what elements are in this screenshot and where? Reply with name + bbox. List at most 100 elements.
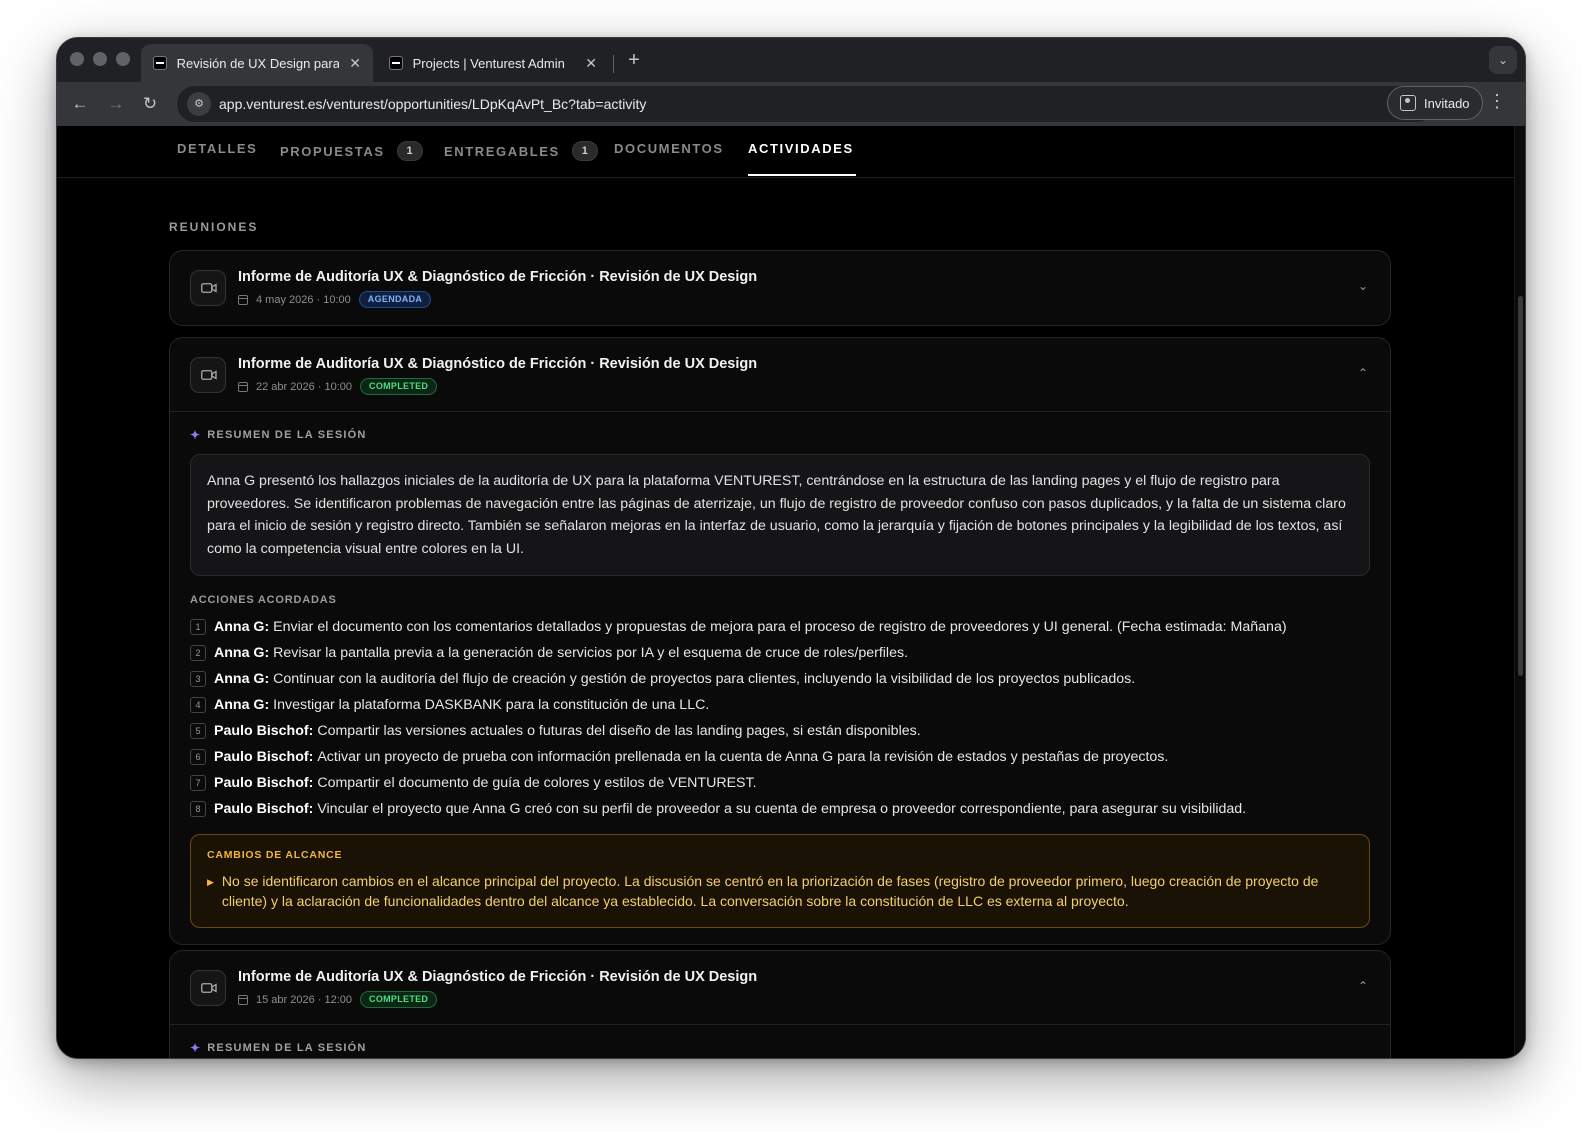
action-number: 4 (190, 697, 206, 713)
action-number: 5 (190, 723, 206, 739)
action-item: 3 Anna G: Continuar con la auditoría del f… (190, 666, 1370, 692)
action-number: 3 (190, 671, 206, 687)
browser-menu-icon[interactable]: ⋮ (1487, 91, 1507, 112)
section-title: REUNIONES (169, 220, 259, 234)
video-camera-icon (190, 270, 226, 306)
meeting-header[interactable]: Informe de Auditoría UX & Diagnóstico de… (170, 338, 1390, 412)
tab-detalles[interactable]: DETALLES (177, 141, 257, 156)
meeting-date: 15 abr 2026 · 12:00 (256, 993, 353, 1006)
scope-item: ▶ No se identificaron cambios en el alca… (207, 871, 1353, 911)
close-window-button[interactable] (70, 52, 84, 66)
tab-title: Revisión de UX Design para V (176, 55, 340, 71)
close-tab-icon[interactable]: ✕ (585, 55, 597, 72)
meeting-meta: 22 abr 2026 · 10:00 COMPLETED (238, 378, 438, 395)
opportunity-tabs: DETALLES PROPUESTAS 1 ENTREGABLES 1 DOCU… (57, 126, 1515, 178)
action-item: 8 Paulo Bischof: Vincular el proyecto que … (190, 796, 1370, 822)
calendar-icon (238, 294, 248, 305)
chevron-up-icon[interactable]: ⌃ (1358, 979, 1368, 993)
action-owner: Anna G: (214, 645, 270, 661)
browser-toolbar: ← → ↻ ⚙ app.venturest.es/venturest/oppor… (57, 82, 1525, 126)
tab-divider (613, 55, 614, 73)
address-bar[interactable]: ⚙ app.venturest.es/venturest/opportuniti… (177, 86, 1435, 122)
browser-tab-active[interactable]: Revisión de UX Design para V ✕ (141, 44, 373, 82)
tab-label: PROPUESTAS (280, 143, 385, 159)
tab-documentos[interactable]: DOCUMENTOS (614, 141, 724, 156)
url-text[interactable]: app.venturest.es/venturest/opportunities… (219, 96, 646, 112)
meeting-body: ✦ RESUMEN DE LA SESIÓN Anna G presentó l… (170, 412, 1390, 944)
summary-heading: ✦ RESUMEN DE LA SESIÓN (190, 1041, 1370, 1055)
guest-profile-icon (1400, 95, 1416, 111)
forward-arrow-icon[interactable]: → (103, 91, 129, 117)
close-tab-icon[interactable]: ✕ (349, 55, 361, 72)
meeting-header[interactable]: Informe de Auditoría UX & Diagnóstico de… (170, 251, 1390, 325)
action-text: Compartir las versiones actuales o futur… (317, 723, 921, 739)
count-badge: 1 (396, 141, 423, 161)
site-settings-icon[interactable]: ⚙ (187, 92, 211, 116)
tab-label: DETALLES (177, 141, 258, 156)
action-text: Investigar la plataforma DASKBANK para l… (273, 697, 710, 713)
action-item: 6 Paulo Bischof: Activar un proyecto de pr… (190, 744, 1370, 770)
actions-heading: ACCIONES ACORDADAS (190, 594, 337, 606)
summary-heading: ✦ RESUMEN DE LA SESIÓN (190, 428, 1370, 442)
action-owner: Paulo Bischof: (214, 723, 314, 739)
video-camera-icon (190, 357, 226, 393)
chevron-up-icon[interactable]: ⌃ (1358, 366, 1368, 380)
scope-text: No se identificaron cambios en el alcanc… (221, 873, 1319, 909)
action-number: 8 (190, 801, 206, 817)
tab-bar: Revisión de UX Design para V ✕ Projects … (57, 38, 1525, 82)
action-item: 4 Anna G: Investigar la plataforma DASKBAN… (190, 692, 1370, 718)
meeting-title: Informe de Auditoría UX & Diagnóstico de… (238, 269, 758, 285)
action-item: 5 Paulo Bischof: Compartir las versiones a… (190, 718, 1370, 744)
action-text: Activar un proyecto de prueba con inform… (317, 749, 1169, 765)
action-text: Revisar la pantalla previa a la generaci… (273, 645, 909, 661)
reload-icon[interactable]: ↻ (137, 91, 163, 117)
scrollbar-thumb[interactable] (1518, 296, 1523, 676)
action-item: 2 Anna G: Revisar la pantalla previa a la … (190, 640, 1370, 666)
chevron-down-icon[interactable]: ⌄ (1358, 279, 1368, 293)
session-summary: Anna G presentó los hallazgos iniciales … (190, 454, 1370, 576)
scope-changes-callout: CAMBIOS DE ALCANCE ▶ No se identificaron… (190, 834, 1370, 928)
action-text: Vincular el proyecto que Anna G creó con… (317, 801, 1247, 817)
action-owner: Paulo Bischof: (214, 801, 314, 817)
meeting-date: 4 may 2026 · 10:00 (256, 293, 351, 306)
status-badge: AGENDADA (358, 291, 432, 308)
tab-search-button[interactable]: ⌄ (1489, 46, 1517, 74)
browser-tab[interactable]: Projects | Venturest Admin ✕ (377, 44, 609, 82)
triangle-bullet-icon: ▶ (207, 877, 214, 887)
sparkle-icon: ✦ (190, 428, 202, 442)
tab-propuestas[interactable]: PROPUESTAS 1 (280, 141, 423, 161)
tab-actividades[interactable]: ACTIVIDADES (748, 141, 856, 176)
meeting-card: Informe de Auditoría UX & Diagnóstico de… (169, 250, 1391, 326)
action-number: 6 (190, 749, 206, 765)
site-favicon-icon (153, 56, 167, 70)
action-item: 1 Anna G: Enviar el documento con los come… (190, 614, 1370, 640)
count-badge: 1 (571, 141, 598, 161)
calendar-icon (238, 381, 248, 392)
back-arrow-icon[interactable]: ← (67, 91, 93, 117)
tab-label: ACTIVIDADES (748, 141, 854, 156)
sparkle-icon: ✦ (190, 1041, 202, 1055)
profile-button[interactable]: Invitado (1387, 86, 1483, 120)
action-list: 1 Anna G: Enviar el documento con los come… (190, 614, 1370, 822)
meeting-header[interactable]: Informe de Auditoría UX & Diagnóstico de… (170, 951, 1390, 1025)
action-owner: Paulo Bischof: (214, 749, 314, 765)
meeting-card: Informe de Auditoría UX & Diagnóstico de… (169, 950, 1391, 1058)
summary-heading-text: RESUMEN DE LA SESIÓN (207, 1042, 367, 1054)
page-viewport: DETALLES PROPUESTAS 1 ENTREGABLES 1 DOCU… (57, 126, 1525, 1058)
meeting-title: Informe de Auditoría UX & Diagnóstico de… (238, 969, 758, 985)
tab-entregables[interactable]: ENTREGABLES 1 (444, 141, 598, 161)
minimize-window-button[interactable] (93, 52, 107, 66)
status-badge: COMPLETED (360, 378, 438, 395)
action-text: Continuar con la auditoría del flujo de … (273, 671, 1136, 687)
action-owner: Anna G: (214, 697, 270, 713)
video-camera-icon (190, 970, 226, 1006)
action-number: 7 (190, 775, 206, 791)
meeting-title: Informe de Auditoría UX & Diagnóstico de… (238, 356, 758, 372)
window-controls (70, 52, 130, 66)
new-tab-button[interactable]: + (620, 46, 648, 74)
maximize-window-button[interactable] (116, 52, 130, 66)
meeting-meta: 4 may 2026 · 10:00 AGENDADA (238, 291, 432, 308)
meeting-date: 22 abr 2026 · 10:00 (256, 380, 353, 393)
action-item: 7 Paulo Bischof: Compartir el documento de… (190, 770, 1370, 796)
calendar-icon (238, 994, 248, 1005)
